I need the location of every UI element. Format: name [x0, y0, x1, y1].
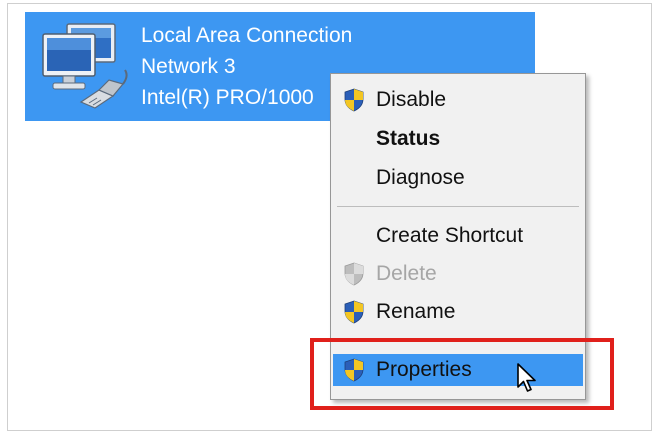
connection-adapter: Intel(R) PRO/1000 [141, 86, 314, 109]
menu-label-delete: Delete [376, 262, 437, 285]
menu-item-delete: Delete [333, 258, 583, 290]
menu-item-rename[interactable]: Rename [333, 296, 583, 328]
menu-label-disable: Disable [376, 88, 447, 111]
uac-shield-icon [344, 88, 364, 112]
uac-shield-icon [344, 262, 364, 286]
menu-item-status[interactable]: Status [333, 123, 583, 155]
menu-label-rename: Rename [376, 300, 456, 323]
menu-label-create-shortcut: Create Shortcut [376, 224, 524, 247]
menu-item-create-shortcut[interactable]: Create Shortcut [333, 220, 583, 252]
annotation-highlight-box [310, 338, 614, 410]
mouse-cursor-icon [517, 363, 536, 392]
connection-network: Network 3 [141, 55, 236, 78]
menu-separator [337, 206, 579, 207]
menu-item-disable[interactable]: Disable [333, 84, 583, 116]
menu-label-diagnose: Diagnose [376, 166, 465, 189]
uac-shield-icon [344, 300, 364, 324]
connection-name: Local Area Connection [141, 24, 353, 47]
network-monitor-icon [42, 23, 128, 109]
menu-label-status: Status [376, 127, 441, 150]
menu-item-diagnose[interactable]: Diagnose [333, 162, 583, 194]
